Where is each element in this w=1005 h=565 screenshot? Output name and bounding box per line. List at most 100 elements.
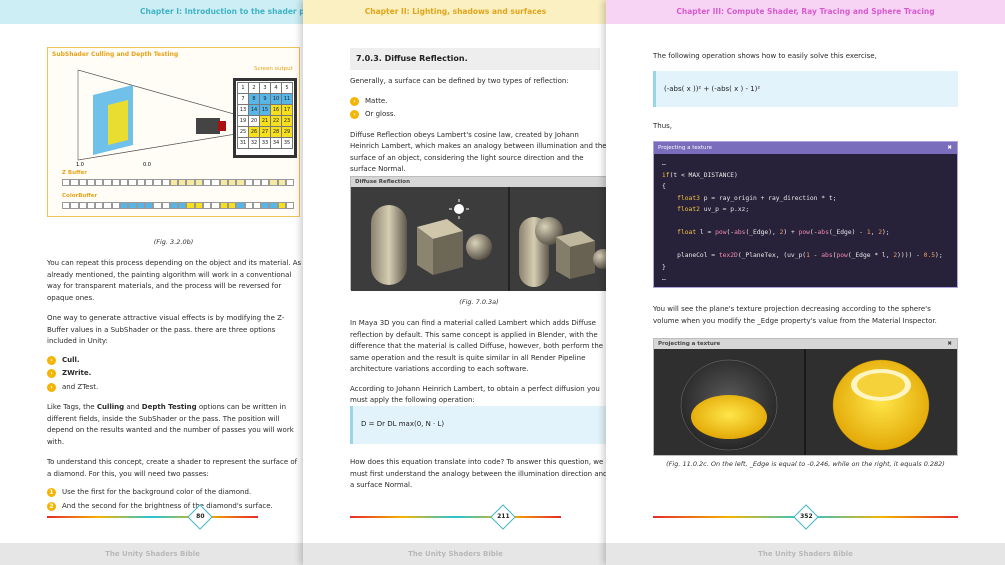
zbuffer-cell: [78, 179, 87, 186]
book-footer: The Unity Shaders Bible: [0, 543, 305, 565]
colorbuffer-cell: [219, 202, 228, 209]
colorbuffer-cell: [62, 202, 71, 209]
code-line: float3 p = ray_origin + ray_direction * …: [677, 194, 837, 202]
numbered-item: 2 And the second for the brightness of th…: [47, 501, 302, 513]
colorbuffer-cell: [203, 202, 212, 209]
book-page-chapter-2: Chapter II: Lighting, shadows and surfac…: [303, 0, 608, 565]
page-body-continued: In Maya 3D you can find a material calle…: [350, 318, 608, 407]
grid-cell: 31: [237, 137, 249, 149]
colorbuffer-cell: [236, 202, 245, 209]
chevron-icon: ›: [47, 382, 56, 392]
edge-formula-box: (-abs( x ))² + (-abs( x ) - 1)²: [653, 71, 958, 107]
list-item-label: and ZTest.: [62, 382, 99, 391]
colorbuffer-label: ColorBuffer: [62, 193, 98, 199]
grid-cell: 11: [281, 93, 293, 105]
zbuffer-label: Z Buffer: [62, 170, 87, 176]
colorbuffer-cell: [161, 202, 170, 209]
grid-cell: 28: [270, 126, 282, 138]
grid-cell: 3: [259, 82, 271, 94]
section-title: 7.0.3. Diffuse Reflection.: [350, 48, 600, 70]
grid-cell: 7: [237, 93, 249, 105]
grid-row: 12345: [237, 82, 293, 94]
list-item: › ZWrite.: [47, 368, 302, 380]
grid-cell: 22: [270, 115, 282, 127]
capsule-mesh: [371, 205, 407, 285]
zbuffer-cell: [244, 179, 253, 186]
zbuffer-strip: [62, 179, 295, 186]
grid-cell: 19: [237, 115, 249, 127]
paragraph: The following operation shows how to eas…: [653, 52, 877, 60]
colorbuffer-cell: [178, 202, 187, 209]
code-block: … if(t < MAX_DISTANCE) { float3 p = ray_or…: [654, 154, 957, 289]
grid-cell: 13: [237, 104, 249, 116]
colorbuffer-cell: [111, 202, 121, 209]
figure-title: Diffuse Reflection: [351, 177, 607, 187]
grid-cell: 17: [281, 104, 293, 116]
page-body: Generally, a surface can be defined by t…: [350, 76, 608, 176]
chevron-icon: ›: [350, 110, 359, 120]
zbuffer-cell: [70, 179, 79, 186]
projected-texture-left: [691, 395, 767, 439]
zbuffer-cell: [178, 179, 187, 186]
code-line: float l = pow(-abs(_Edge), 2) + pow(-abs…: [677, 229, 890, 236]
grid-row: 13 14 15 16 17: [237, 104, 293, 116]
sun-light-icon: [454, 204, 464, 214]
colorbuffer-cell: [153, 202, 162, 209]
zbuffer-cell: [227, 179, 237, 186]
grid-cell: 33: [259, 137, 271, 149]
paragraph: You can repeat this process depending on…: [47, 259, 302, 302]
colorbuffer-cell: [128, 202, 137, 209]
colorbuffer-cell: [70, 202, 79, 209]
figure-caption: (Fig. 7.0.3a): [459, 298, 499, 306]
code-line: {: [662, 183, 666, 190]
colorbuffer-cell: [103, 202, 112, 209]
zbuffer-cell: [219, 179, 228, 186]
zbuffer-cell: [62, 179, 71, 186]
camera-body: [196, 118, 220, 134]
colorbuffer-cell: [95, 202, 104, 209]
chapter-header: Chapter III: Compute Shader, Ray Tracing…: [606, 0, 1005, 24]
list-item: › Matte.: [350, 96, 608, 108]
close-icon[interactable]: ✖: [947, 142, 952, 154]
grid-cell: 25: [237, 126, 249, 138]
footer-divider: [350, 516, 561, 518]
chevron-icon: ›: [47, 355, 56, 365]
sphere-projection-render: [654, 349, 957, 455]
svg-text:1.0: 1.0: [76, 162, 84, 168]
code-window-titlebar: Projecting a texture ✖: [654, 142, 957, 154]
paragraph: Diffuse Reflection obeys Lambert's cosin…: [350, 130, 607, 174]
number-badge: 1: [47, 488, 56, 498]
close-icon[interactable]: ✖: [947, 339, 952, 349]
colorbuffer-cell: [120, 202, 129, 209]
colorbuffer-cell: [144, 202, 154, 209]
zbuffer-cell: [111, 179, 121, 186]
code-snippet-window: Projecting a texture ✖ … if(t < MAX_DISTA…: [653, 141, 958, 288]
colorbuffer-cell: [211, 202, 220, 209]
list-item-label: Cull.: [62, 355, 80, 364]
zbuffer-cell: [120, 179, 129, 186]
sphere-mesh: [466, 234, 492, 260]
grid-cell: 23: [281, 115, 293, 127]
colorbuffer-cell: [269, 202, 278, 209]
page-number: 211: [497, 513, 510, 521]
grid-cell: 29: [281, 126, 293, 138]
number-badge: 2: [47, 501, 56, 511]
list-item: › Cull.: [47, 355, 302, 367]
culling-depth-figure: SubShader Culling and Depth Testing 1.0 …: [47, 47, 300, 217]
zbuffer-cell: [95, 179, 104, 186]
zbuffer-cell: [153, 179, 162, 186]
screen-output-label: Screen output: [254, 66, 293, 72]
grid-cell: 4: [270, 82, 282, 94]
grid-row: 31 32 33 34 35: [237, 137, 293, 149]
zbuffer-cell: [261, 179, 270, 186]
colorbuffer-cell: [186, 202, 195, 209]
paragraph: You will see the plane's texture project…: [653, 305, 937, 325]
chapter-header: Chapter II: Lighting, shadows and surfac…: [303, 0, 608, 24]
zbuffer-cell: [86, 179, 96, 186]
zbuffer-cell: [252, 179, 262, 186]
zbuffer-cell: [186, 179, 195, 186]
grid-cell: 9: [259, 93, 271, 105]
grid-row: 19 20 21 22 23: [237, 115, 293, 127]
code-window-title: Projecting a texture: [658, 145, 713, 151]
